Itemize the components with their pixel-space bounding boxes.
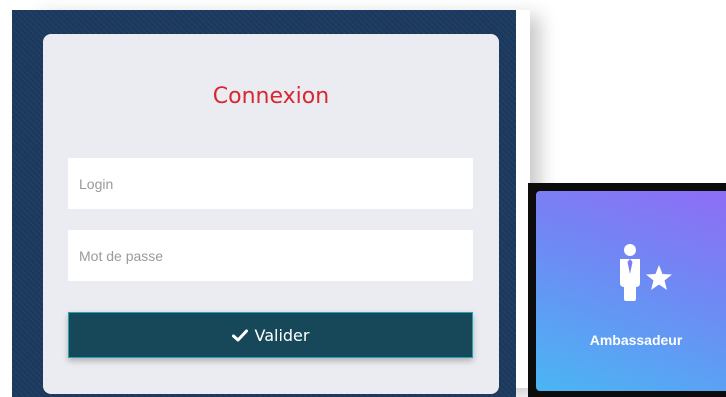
- login-form: Connexion Valider: [43, 34, 499, 394]
- ambassador-label: Ambassadeur: [589, 332, 683, 348]
- ambassador-star-icon: [612, 241, 676, 306]
- form-title: Connexion: [212, 84, 330, 109]
- login-panel: Connexion Valider: [12, 10, 516, 397]
- check-icon: [231, 329, 248, 342]
- ambassador-frame: Ambassadeur: [528, 183, 726, 397]
- screen: Connexion Valider: [0, 0, 726, 397]
- password-input[interactable]: [68, 230, 473, 281]
- submit-label: Valider: [254, 325, 310, 345]
- ambassador-tile[interactable]: Ambassadeur: [536, 191, 726, 391]
- submit-button[interactable]: Valider: [68, 312, 473, 358]
- login-input[interactable]: [68, 158, 473, 209]
